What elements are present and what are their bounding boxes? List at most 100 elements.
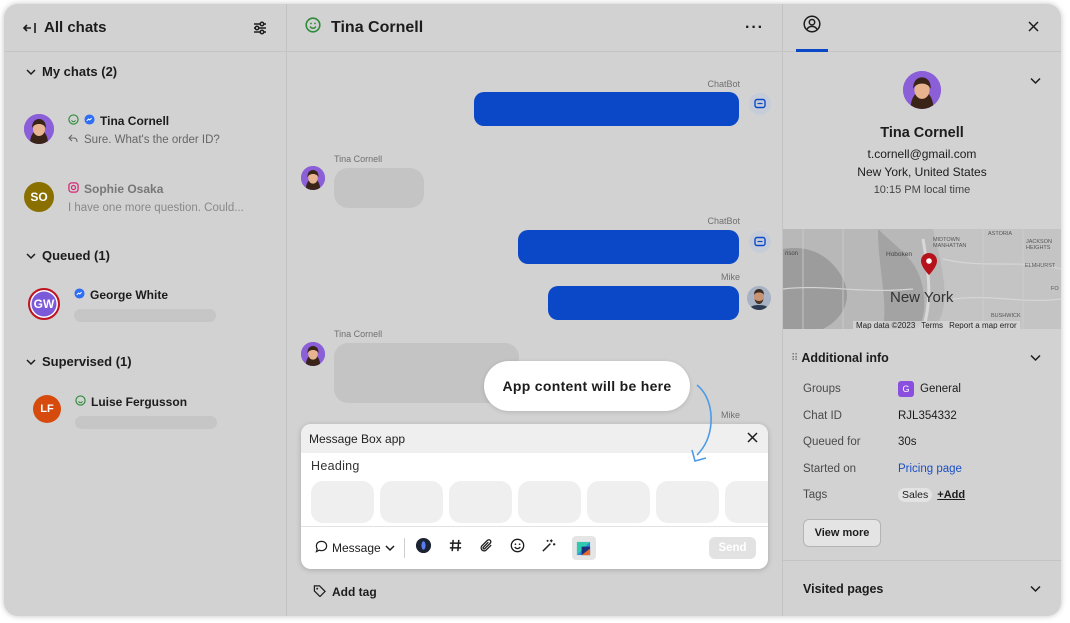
app-content-callout: App content will be here	[484, 361, 690, 411]
additional-info-list: Groups G General Chat ID RJL354332 Queue…	[803, 376, 1043, 547]
chevron-down-icon[interactable]	[1030, 72, 1041, 90]
online-status-icon	[68, 114, 79, 128]
hashtag-icon[interactable]	[448, 538, 463, 558]
online-status-icon	[305, 17, 321, 38]
add-tag-label: Add tag	[332, 585, 377, 599]
app-tile-row	[301, 473, 768, 531]
info-row-chat-id: Chat ID RJL354332	[803, 403, 1043, 430]
section-supervised[interactable]: Supervised (1)	[4, 354, 132, 369]
info-key: Groups	[803, 383, 841, 396]
send-button[interactable]: Send	[709, 537, 756, 559]
customer-location: New York, United States	[857, 165, 987, 179]
close-icon[interactable]	[747, 430, 758, 448]
ai-assist-icon[interactable]	[415, 537, 432, 559]
view-more-button[interactable]: View more	[803, 518, 881, 547]
message-mode-label: Message	[332, 541, 381, 555]
chat-list-header: All chats	[4, 4, 286, 52]
customer-avatar	[903, 71, 941, 109]
map-report-link[interactable]: Report a map error	[949, 321, 1017, 329]
message-bubble-customer	[334, 168, 424, 208]
section-label: My chats (2)	[42, 64, 118, 79]
message-bubble-agent	[518, 230, 739, 264]
chat-item-preview: Sure. What's the order ID?	[84, 134, 220, 146]
additional-info-header[interactable]: ⠿ Additional info	[791, 349, 1041, 367]
tag-chip: Sales	[898, 488, 933, 503]
drag-handle-icon[interactable]: ⠿	[791, 353, 798, 364]
section-label: Queued (1)	[42, 248, 110, 263]
section-label: Supervised (1)	[42, 354, 132, 369]
chat-item-tina-cornell[interactable]: Tina Cornell Sure. What's the order ID?	[24, 114, 220, 146]
avatar: LF	[33, 395, 61, 423]
messenger-icon	[84, 114, 95, 128]
more-options-icon[interactable]: ···	[745, 19, 764, 37]
app-tile[interactable]	[311, 481, 374, 523]
preview-placeholder	[75, 416, 217, 429]
info-value: 30s	[898, 436, 917, 449]
info-key: Tags	[803, 489, 828, 502]
message-sender: ChatBot	[707, 79, 740, 89]
additional-info-title: Additional info	[801, 351, 889, 365]
app-tile[interactable]	[380, 481, 443, 523]
chat-item-luise-fergusson[interactable]: LF Luise Fergusson	[33, 395, 217, 429]
map-label: Hoboken	[886, 251, 913, 258]
info-value: General	[920, 383, 961, 396]
tab-customer-details[interactable]	[796, 4, 828, 52]
messenger-icon	[74, 288, 85, 302]
visited-pages-section[interactable]: Visited pages	[783, 560, 1061, 616]
customer-local-time: 10:15 PM local time	[873, 184, 971, 196]
avatar	[24, 114, 54, 144]
section-my-chats[interactable]: My chats (2)	[4, 64, 117, 79]
info-key: Chat ID	[803, 409, 842, 422]
app-launcher-icon[interactable]	[571, 536, 596, 560]
visited-pages-title: Visited pages	[803, 581, 884, 596]
magic-wand-icon[interactable]	[541, 538, 556, 558]
chat-item-name: Sophie Osaka	[84, 182, 164, 196]
map-label: MIDTOWN MANHATTAN	[933, 237, 967, 249]
collapse-back-icon[interactable]	[22, 21, 38, 35]
message-mode-dropdown[interactable]: Message	[315, 538, 405, 558]
chat-item-name: Luise Fergusson	[91, 395, 188, 409]
location-map[interactable]: Hoboken MIDTOWN MANHATTAN ASTORIA JACKSO…	[783, 229, 1061, 329]
chat-list-title: All chats	[44, 19, 107, 36]
conversation-title: Tina Cornell	[331, 18, 424, 36]
chat-item-name: George White	[90, 288, 169, 302]
user-profile-icon	[803, 14, 821, 38]
app-tile[interactable]	[518, 481, 581, 523]
map-label: ASTORIA	[988, 231, 1013, 237]
map-terms-link[interactable]: Terms	[921, 321, 943, 329]
info-key: Started on	[803, 462, 857, 475]
app-tile[interactable]	[725, 481, 768, 523]
conversation-header: Tina Cornell ···	[287, 4, 782, 52]
app-tile[interactable]	[656, 481, 719, 523]
chat-item-george-white[interactable]: GW George White	[28, 288, 216, 322]
avatar: GW	[28, 288, 60, 320]
preview-placeholder	[74, 309, 216, 322]
add-tag-button[interactable]: Add tag	[313, 584, 377, 600]
chevron-down-icon	[385, 541, 395, 555]
customer-details-panel: Tina Cornell t.cornell@gmail.com New Yor…	[783, 4, 1061, 616]
map-label: rison	[785, 251, 799, 257]
section-queued[interactable]: Queued (1)	[4, 248, 110, 263]
message-bubble-agent	[474, 92, 739, 126]
agent-avatar	[747, 286, 771, 310]
message-sender: ChatBot	[707, 216, 740, 226]
chat-item-sophie-osaka[interactable]: SO Sophie Osaka I have one more question…	[24, 182, 244, 214]
chatbot-icon	[749, 231, 771, 253]
callout-arrow-icon	[691, 384, 712, 462]
started-on-link[interactable]: Pricing page	[898, 463, 962, 475]
info-key: Queued for	[803, 436, 861, 449]
group-badge-icon: G	[898, 381, 914, 398]
avatar: SO	[24, 182, 54, 212]
chat-list-panel: All chats My chats (2) Tina Cornell Sure…	[4, 4, 287, 616]
attachment-icon[interactable]	[479, 538, 494, 558]
chevron-down-icon	[1030, 349, 1041, 367]
chevron-down-icon	[1030, 580, 1041, 598]
filter-sliders-icon[interactable]	[252, 20, 268, 36]
composer-toolbar: Message Send	[301, 526, 768, 569]
message-bubble-agent	[548, 286, 739, 320]
close-icon[interactable]	[1028, 19, 1039, 37]
app-tile[interactable]	[587, 481, 650, 523]
add-tag-link[interactable]: +Add	[937, 489, 965, 501]
app-tile[interactable]	[449, 481, 512, 523]
emoji-icon[interactable]	[510, 538, 525, 558]
